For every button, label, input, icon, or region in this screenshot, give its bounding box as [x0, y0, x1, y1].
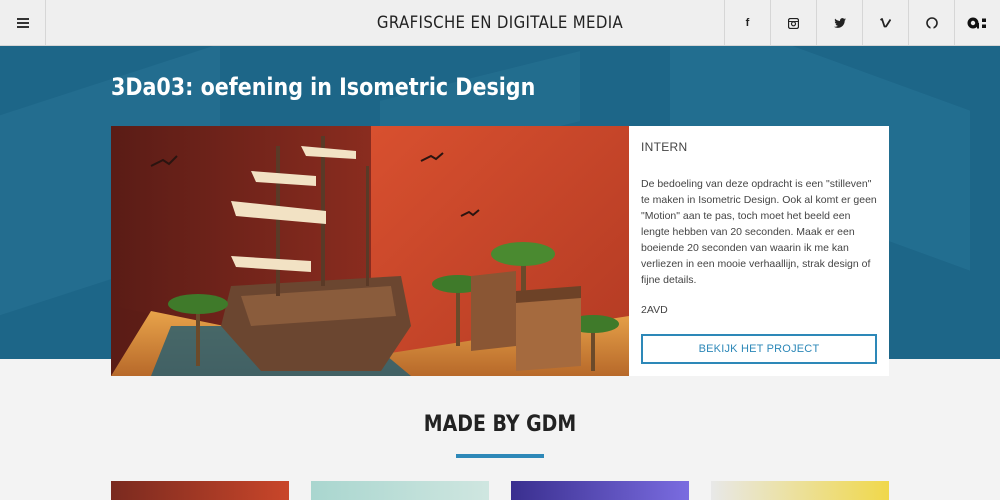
section-underline [456, 454, 544, 458]
page-title: 3Da03: oefening in Isometric Design [111, 73, 536, 101]
project-thumbnail[interactable] [311, 481, 489, 500]
vimeo-icon[interactable] [862, 0, 908, 46]
menu-button[interactable] [0, 0, 46, 46]
project-thumbnail[interactable] [111, 481, 289, 500]
social-links: f [724, 0, 1000, 46]
instagram-icon[interactable] [770, 0, 816, 46]
project-info-panel: INTERN De bedoeling van deze opdracht is… [629, 126, 889, 376]
project-class: 2AVD [641, 304, 668, 316]
project-thumbnail[interactable] [711, 481, 889, 500]
hamburger-icon [16, 22, 29, 24]
top-navigation: GRAFISCHE EN DIGITALE MEDIA f [0, 0, 1000, 46]
project-image[interactable] [111, 126, 629, 376]
facebook-icon[interactable]: f [724, 0, 770, 46]
section-title: MADE BY GDM [423, 412, 577, 437]
view-project-button[interactable]: BEKIJK HET PROJECT [641, 334, 877, 364]
project-tag: INTERN [641, 140, 688, 154]
github-icon[interactable] [908, 0, 954, 46]
brand-logo-icon[interactable] [954, 0, 1000, 46]
project-thumbnail[interactable] [511, 481, 689, 500]
project-description: De bedoeling van deze opdracht is een "s… [641, 178, 877, 286]
twitter-icon[interactable] [816, 0, 862, 46]
